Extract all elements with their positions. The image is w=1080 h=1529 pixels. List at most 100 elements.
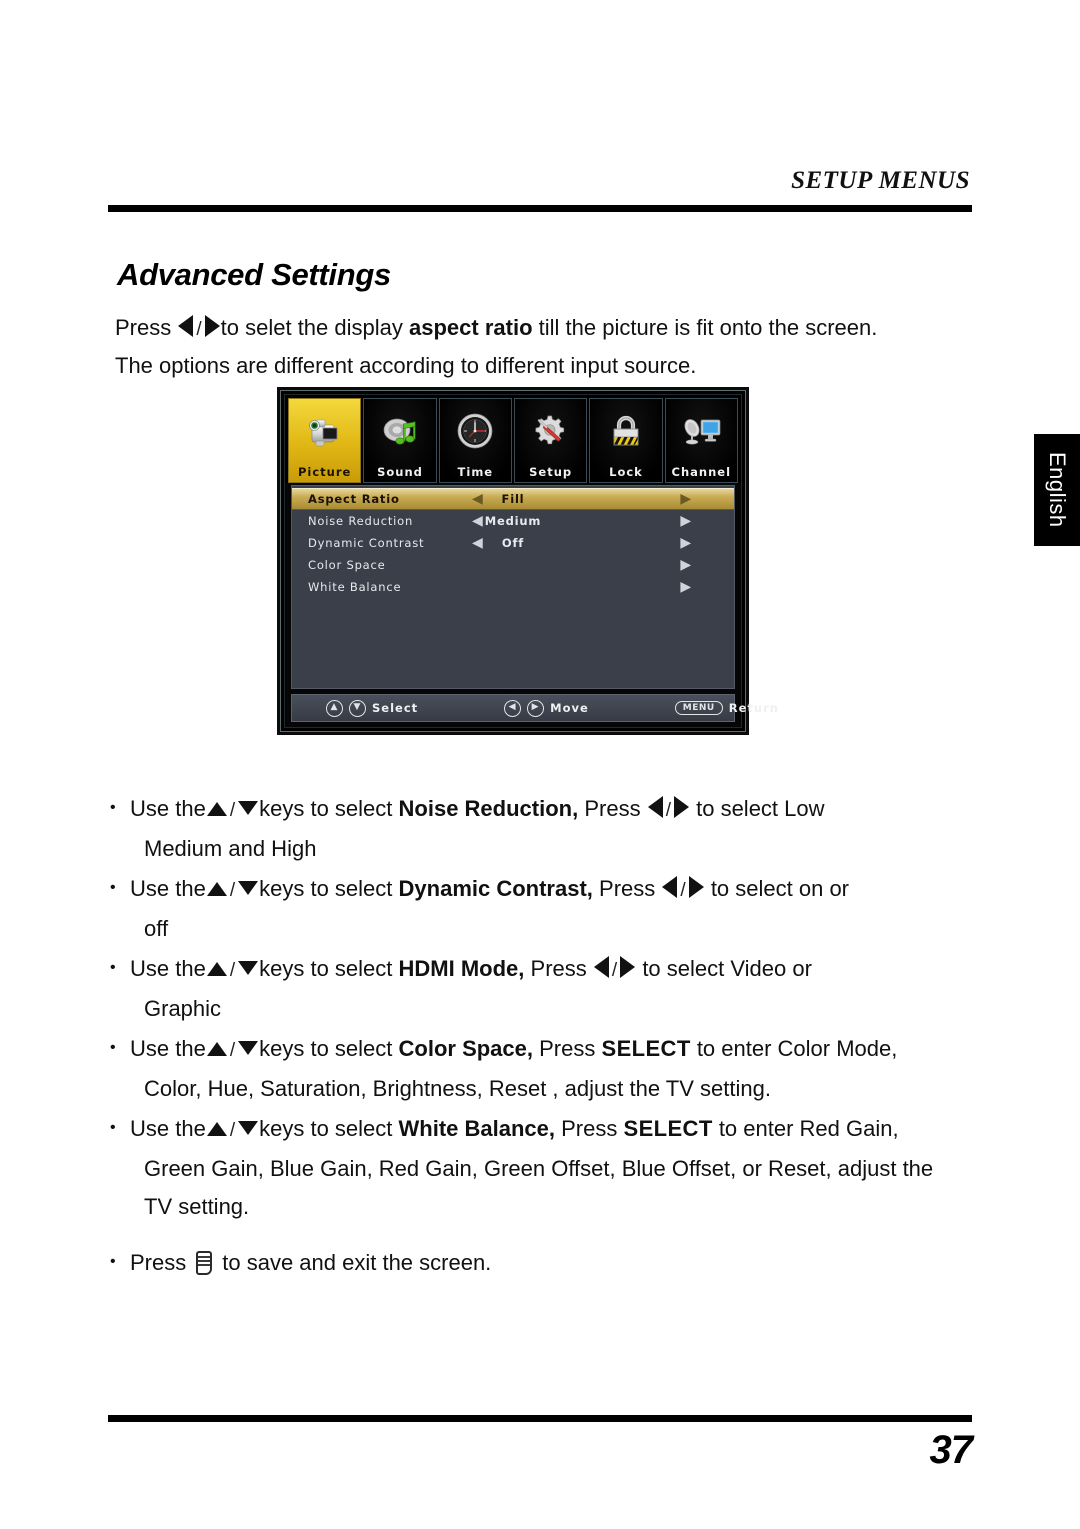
osd-tab-picture[interactable]: Picture — [288, 398, 362, 483]
language-tab-label: English — [1045, 452, 1070, 528]
hint-select: ▲ ▼ Select — [326, 699, 419, 717]
bullet-bold-term: Color Space, — [398, 1036, 533, 1061]
hint-return-label: Return — [728, 701, 779, 715]
osd-row-value: Fill — [501, 492, 525, 506]
bullet-slash: / — [680, 880, 686, 901]
bullet-slash: / — [229, 880, 236, 901]
bullet-press: Press — [584, 796, 641, 821]
page-header: SETUP MENUS — [108, 168, 972, 212]
select-key-label: SELECT — [601, 1036, 691, 1061]
intro-line1-b: till the picture is fit onto the screen. — [538, 315, 878, 340]
speaker-music-note-icon — [364, 403, 435, 461]
arrow-right-key-icon: ▶ — [527, 699, 545, 717]
bullet-post: to select on or — [710, 876, 849, 901]
hint-move-label: Move — [550, 701, 589, 715]
triangle-right-icon — [673, 796, 689, 818]
running-head-title: SETUP MENUS — [791, 167, 970, 194]
triangle-down-icon — [238, 1121, 259, 1135]
osd-row-dynamic-contrast[interactable]: Dynamic Contrast ◀ Off ▶ — [292, 532, 734, 554]
list-item: Use the / keys to select Color Space, Pres… — [104, 1029, 1004, 1108]
page-title: Advanced Settings — [117, 257, 391, 292]
clock-icon — [440, 403, 511, 461]
bullet-continuation: Green Gain, Blue Gain, Red Gain, Green O… — [144, 1156, 934, 1181]
bullet-slash: / — [229, 1040, 236, 1061]
header-rule — [108, 205, 972, 212]
triangle-up-icon — [206, 802, 227, 816]
intro-line1-a: to selet the display — [220, 315, 403, 340]
bullet-pre: Use the — [130, 796, 206, 821]
triangle-up-icon — [206, 962, 227, 976]
osd-row-aspect-ratio[interactable]: Aspect Ratio ◀ Fill ▶ — [292, 488, 734, 510]
intro-press-label: Press — [115, 315, 172, 340]
osd-row-noise-reduction[interactable]: Noise Reduction ◀ Medium ▶ — [292, 510, 734, 532]
right-arrow-icon[interactable]: ▶ — [680, 536, 692, 550]
triangle-right-icon — [620, 956, 636, 978]
osd-tab-strip: Picture Sound Time Setup Lock Channel — [285, 395, 741, 483]
triangle-left-icon — [178, 315, 194, 337]
osd-footer-hints: ▲ ▼ Select ◀ ▶ Move MENU Return — [291, 694, 778, 722]
triangle-down-icon — [238, 961, 259, 975]
bullet-bold-term: HDMI Mode, — [398, 956, 525, 981]
bullet-mid: keys to select — [259, 956, 393, 981]
hint-move: ◀ ▶ Move — [504, 699, 589, 717]
menu-button-icon — [196, 1251, 213, 1275]
osd-inner: Picture Sound Time Setup Lock Channel As… — [284, 394, 778, 728]
bullet-post: to select Video or — [642, 956, 812, 981]
bullet-press: Press — [599, 876, 656, 901]
arrow-up-key-icon: ▲ — [326, 699, 343, 717]
triangle-up-icon — [206, 1042, 227, 1056]
triangle-left-icon — [647, 796, 663, 818]
select-key-label: SELECT — [623, 1116, 713, 1141]
osd-tab-setup[interactable]: Setup — [513, 398, 588, 483]
bullet-post: to select Low — [696, 796, 825, 821]
triangle-up-icon — [206, 1122, 227, 1136]
bullet-post: to enter Red Gain, — [718, 1116, 899, 1141]
osd-tab-sound[interactable]: Sound — [363, 398, 437, 483]
hint-select-label: Select — [372, 701, 419, 715]
bullet-press: Press — [561, 1116, 618, 1141]
bullet-mid: keys to select — [259, 876, 393, 901]
last-bullet-text: to save and exit the screen. — [222, 1250, 492, 1275]
list-item-save-exit: Press to save and exit the screen. — [104, 1243, 1004, 1282]
intro-paragraph: Press / to selet the display aspect ratio… — [115, 310, 985, 384]
triangle-left-icon — [662, 876, 678, 898]
hint-return: MENU Return — [674, 701, 779, 715]
language-side-tab: English — [1034, 434, 1080, 546]
osd-row-color-space[interactable]: Color Space ▶ — [292, 554, 734, 576]
bullet-pre: Use the — [130, 876, 206, 901]
triangle-right-icon — [204, 315, 220, 337]
triangle-up-icon — [206, 882, 227, 896]
list-item: Use the / keys to select Dynamic Contrast,… — [104, 869, 1004, 948]
bullet-continuation-2: TV setting. — [144, 1194, 250, 1219]
gear-screwdriver-icon — [515, 403, 586, 461]
bullet-slash: / — [229, 960, 236, 981]
bullet-pre: Use the — [130, 1036, 206, 1061]
bullet-mid: keys to select — [259, 1036, 393, 1061]
bullet-continuation: Color, Hue, Saturation, Brightness, Rese… — [144, 1076, 771, 1101]
bullet-slash: / — [229, 800, 236, 821]
triangle-right-icon — [688, 876, 704, 898]
triangle-down-icon — [238, 1041, 259, 1055]
osd-row-label: White Balance — [308, 580, 402, 594]
triangle-down-icon — [238, 881, 259, 895]
osd-tab-time[interactable]: Time — [438, 398, 512, 483]
right-arrow-icon[interactable]: ▶ — [680, 558, 692, 572]
osd-tab-label: Time — [457, 465, 494, 479]
bullet-bold-term: Noise Reduction, — [398, 796, 579, 821]
bullet-press: Press — [530, 956, 587, 981]
list-item: Use the / keys to select White Balance, Pr… — [104, 1109, 1004, 1226]
intro-aspect-ratio-term: aspect ratio — [409, 315, 533, 340]
osd-tab-label: Picture — [297, 465, 352, 479]
bullet-continuation: Graphic — [144, 996, 222, 1021]
osd-tab-label: Setup — [529, 465, 573, 479]
right-arrow-icon[interactable]: ▶ — [680, 580, 692, 594]
right-arrow-icon[interactable]: ▶ — [680, 514, 692, 528]
menu-key-icon: MENU — [674, 701, 723, 715]
osd-tab-lock[interactable]: Lock — [589, 398, 663, 483]
intro-line2: The options are different according to d… — [115, 353, 697, 378]
osd-tab-label: Channel — [671, 465, 732, 479]
osd-row-white-balance[interactable]: White Balance ▶ — [292, 576, 734, 598]
right-arrow-icon[interactable]: ▶ — [680, 492, 692, 506]
osd-tab-channel[interactable]: Channel — [664, 398, 738, 483]
bullet-press: Press — [539, 1036, 596, 1061]
